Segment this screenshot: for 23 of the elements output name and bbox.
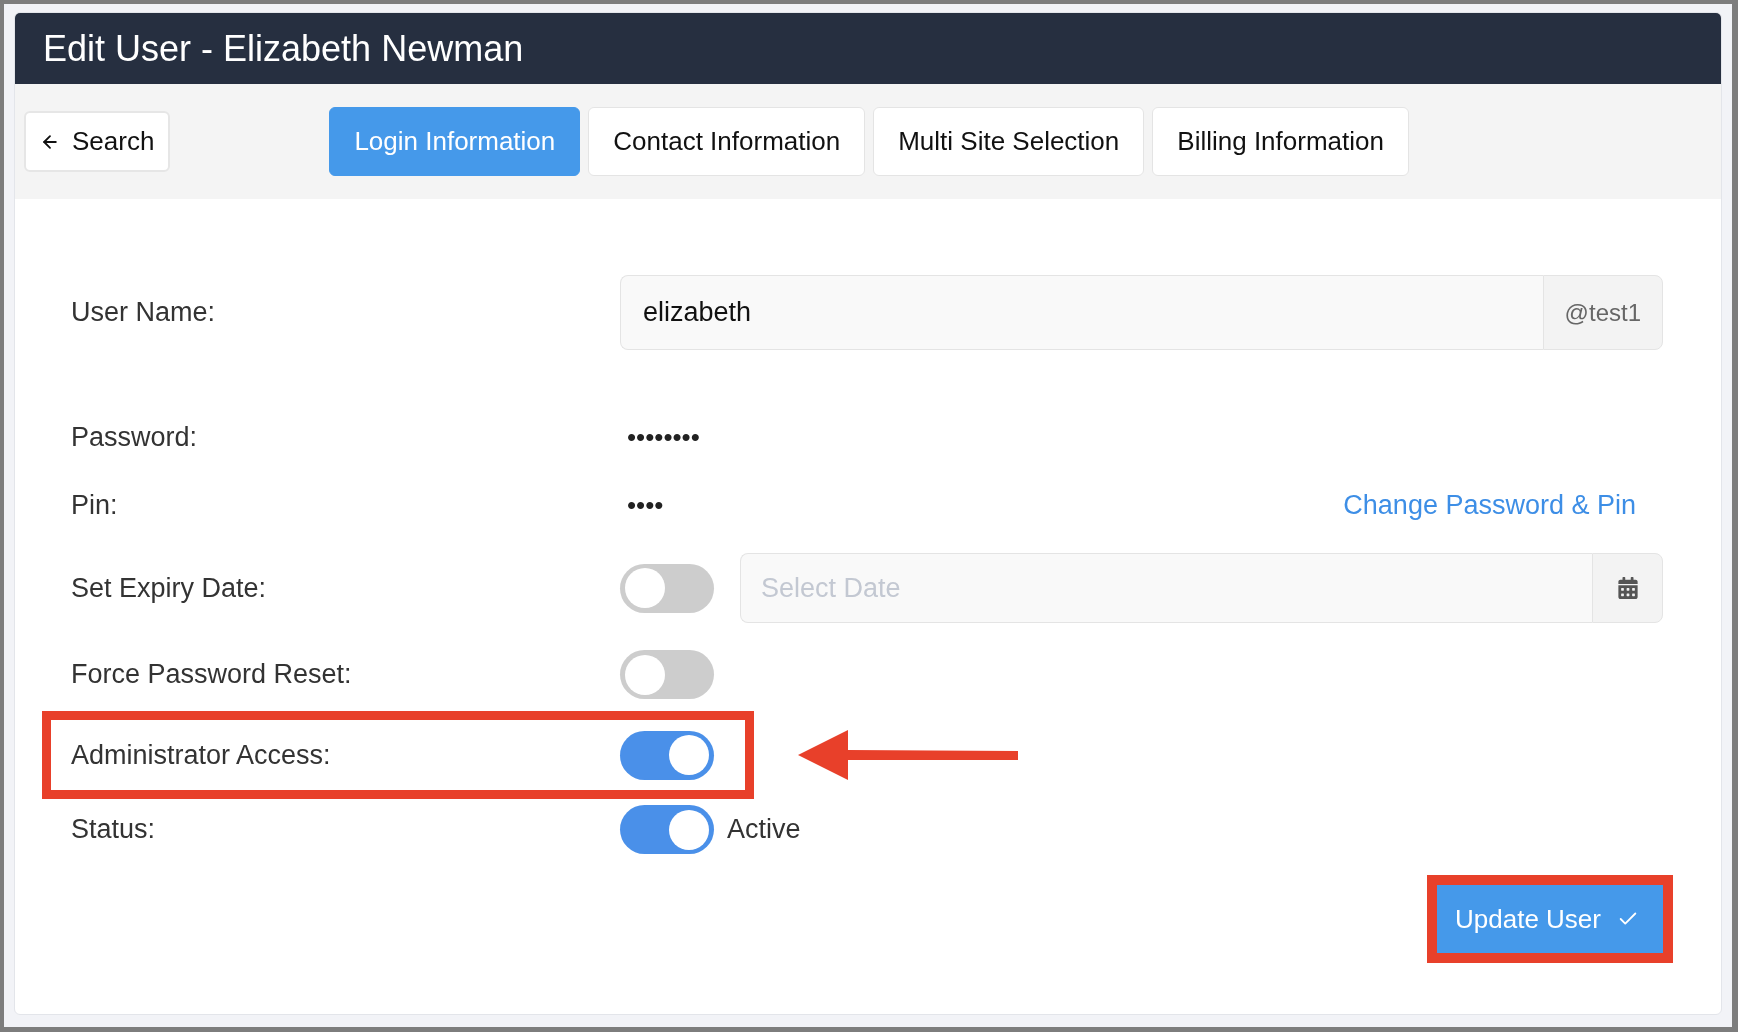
masked-value: ••••••••	[627, 420, 700, 454]
tab[interactable]: Multi Site Selection	[873, 107, 1145, 176]
toggle-switch[interactable]	[620, 563, 714, 613]
toggle-switch[interactable]	[620, 650, 714, 699]
status-text: Active	[727, 813, 801, 847]
masked-value: ••••	[627, 488, 664, 522]
calendar-icon	[1617, 577, 1638, 599]
window-title: Edit User - Elizabeth Newman	[43, 30, 524, 67]
field-label: Force Password Reset:	[71, 658, 353, 692]
back-search-button[interactable]: Search	[24, 111, 171, 172]
tab[interactable]: Contact Information	[588, 107, 866, 176]
username-field[interactable]: elizabeth	[620, 275, 1543, 350]
field-label: Password:	[71, 420, 199, 454]
calendar-button[interactable]	[1592, 553, 1663, 623]
toggle-switch[interactable]	[620, 805, 714, 854]
tab[interactable]: Billing Information	[1152, 107, 1409, 176]
field-label: User Name:	[71, 296, 217, 330]
field-label: Set Expiry Date:	[71, 571, 268, 605]
field-label: Administrator Access:	[71, 738, 332, 772]
field-label: Pin:	[71, 488, 119, 522]
field-label: Status:	[71, 813, 157, 847]
toggle-switch[interactable]	[620, 730, 714, 780]
domain-addon: @test1	[1542, 275, 1663, 350]
